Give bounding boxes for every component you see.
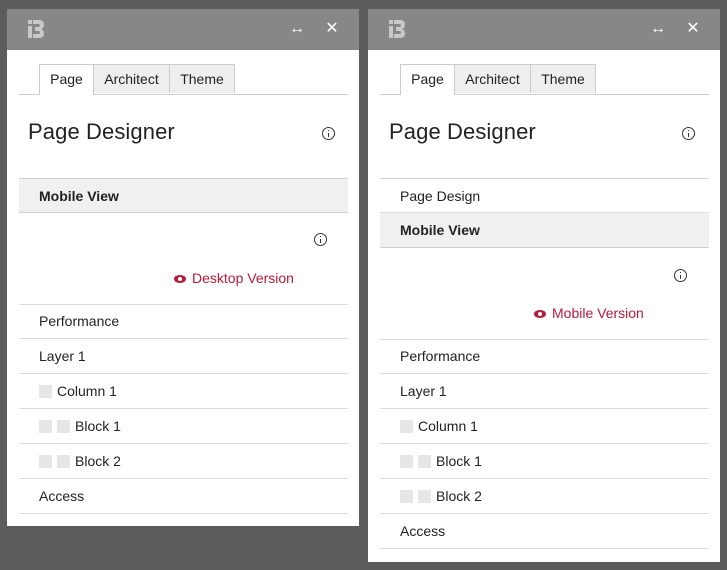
indent-marker	[400, 455, 413, 468]
list-item-label: Block 2	[75, 453, 121, 469]
list-item-label: Column 1	[418, 418, 478, 434]
tab-page[interactable]: Page	[400, 64, 455, 95]
tab-page[interactable]: Page	[39, 64, 94, 95]
list-item-layer[interactable]: Layer 1	[19, 339, 348, 374]
list-item-block[interactable]: Block 2	[19, 444, 348, 479]
tab-architect[interactable]: Architect	[454, 64, 531, 93]
section-header-mobile-view[interactable]: Mobile View	[380, 213, 709, 248]
panel-titlebar: ↔ ✕	[368, 9, 720, 50]
section-header-mobile-view[interactable]: Mobile View	[19, 178, 348, 213]
expand-icon[interactable]: ↔	[648, 19, 668, 39]
list-item-label: Block 1	[436, 453, 482, 469]
eye-icon	[534, 310, 546, 318]
info-icon[interactable]	[314, 233, 327, 246]
indent-marker	[57, 420, 70, 433]
list-item-page-design[interactable]: Page Design	[380, 178, 709, 213]
expand-icon[interactable]: ↔	[287, 19, 307, 39]
page-designer-panel-left: ↔ ✕ Page Architect Theme Page Designer M…	[7, 9, 359, 526]
indent-marker	[39, 455, 52, 468]
indent-marker	[39, 420, 52, 433]
eye-icon	[174, 275, 186, 283]
list-item-label: Column 1	[57, 383, 117, 399]
brand-logo-icon	[389, 18, 406, 40]
list-item-access[interactable]: Access	[380, 514, 709, 549]
close-icon[interactable]: ✕	[322, 19, 342, 39]
version-link-label: Desktop Version	[192, 270, 294, 286]
list-item-layer[interactable]: Layer 1	[380, 374, 709, 409]
indent-marker	[39, 385, 52, 398]
mobile-view-content: Desktop Version	[19, 213, 348, 305]
brand-logo-icon	[28, 18, 45, 40]
info-icon[interactable]	[682, 127, 695, 140]
mobile-version-link[interactable]: Mobile Version	[534, 305, 644, 321]
mobile-view-content: Mobile Version	[380, 248, 709, 340]
indent-marker	[418, 490, 431, 503]
indent-marker	[400, 490, 413, 503]
tab-architect[interactable]: Architect	[93, 64, 170, 93]
list-item-performance[interactable]: Performance	[380, 339, 709, 374]
list-item-block[interactable]: Block 1	[19, 409, 348, 444]
list-item-label: Block 1	[75, 418, 121, 434]
list-item-column[interactable]: Column 1	[380, 409, 709, 444]
info-icon[interactable]	[674, 269, 687, 282]
list-item-column[interactable]: Column 1	[19, 374, 348, 409]
info-icon[interactable]	[322, 127, 335, 140]
list-item-access[interactable]: Access	[19, 479, 348, 514]
page-designer-panel-right: ↔ ✕ Page Architect Theme Page Designer P…	[368, 9, 720, 562]
tab-theme[interactable]: Theme	[169, 64, 235, 93]
panel-titlebar: ↔ ✕	[7, 9, 359, 50]
page-title: Page Designer	[389, 119, 536, 144]
desktop-version-link[interactable]: Desktop Version	[174, 270, 294, 286]
list-item-label: Block 2	[436, 488, 482, 504]
version-link-label: Mobile Version	[552, 305, 644, 321]
indent-marker	[418, 455, 431, 468]
page-title: Page Designer	[28, 119, 175, 144]
close-icon[interactable]: ✕	[683, 19, 703, 39]
indent-marker	[400, 420, 413, 433]
list-item-block[interactable]: Block 2	[380, 479, 709, 514]
list-item-block[interactable]: Block 1	[380, 444, 709, 479]
tab-bar: Page Architect Theme	[380, 64, 709, 95]
list-item-performance[interactable]: Performance	[19, 304, 348, 339]
tab-theme[interactable]: Theme	[530, 64, 596, 93]
tab-bar: Page Architect Theme	[19, 64, 348, 95]
indent-marker	[57, 455, 70, 468]
